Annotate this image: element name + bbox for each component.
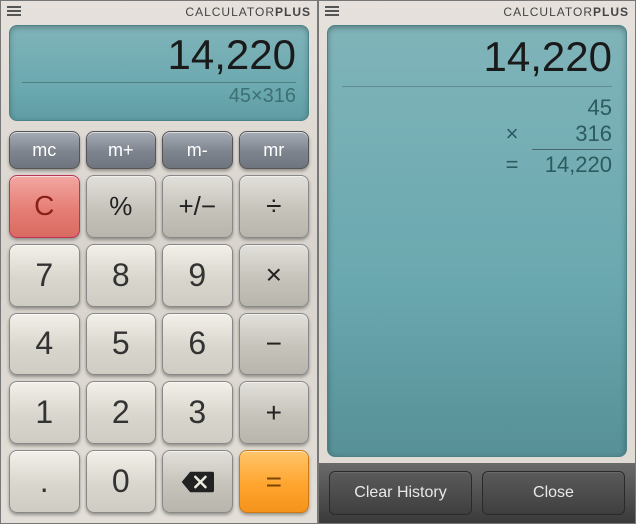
digit-1-button[interactable]: 1 [9, 381, 80, 444]
plus-button[interactable]: + [239, 381, 310, 444]
history-equals: = [502, 152, 522, 178]
brand-prefix: CALCULATOR [185, 5, 275, 19]
app-brand: CALCULATORPLUS [503, 5, 629, 19]
digit-7-button[interactable]: 7 [9, 244, 80, 307]
keypad: mc m+ m- mr C % +/− ÷ 7 8 9 × 4 5 6 − 1 … [1, 127, 317, 523]
app-brand: CALCULATORPLUS [185, 5, 311, 19]
calc-display[interactable]: 14,220 45×316 [9, 25, 309, 121]
brand-suffix: PLUS [275, 5, 311, 19]
mplus-button[interactable]: m+ [86, 131, 157, 169]
display-result: 14,220 [168, 32, 296, 78]
plusminus-button[interactable]: +/− [162, 175, 233, 238]
history-answer: 14,220 [542, 152, 612, 178]
history-underline [532, 149, 612, 150]
hamburger-icon[interactable] [7, 6, 21, 16]
history-toolbar: Clear History Close [319, 463, 635, 523]
calculator-history-pane: CALCULATORPLUS 14,220 45 × 316 = 14,220 … [318, 0, 636, 524]
brand-suffix: PLUS [593, 5, 629, 19]
history-panel[interactable]: 14,220 45 × 316 = 14,220 [327, 25, 627, 457]
percent-button[interactable]: % [86, 175, 157, 238]
history-operand-1: 45 [542, 95, 612, 121]
top-bar: CALCULATORPLUS [319, 1, 635, 23]
clear-history-button[interactable]: Clear History [329, 471, 472, 515]
backspace-icon [180, 470, 214, 494]
digit-9-button[interactable]: 9 [162, 244, 233, 307]
digit-5-button[interactable]: 5 [86, 313, 157, 376]
digit-2-button[interactable]: 2 [86, 381, 157, 444]
digit-3-button[interactable]: 3 [162, 381, 233, 444]
equals-button[interactable]: = [239, 450, 310, 513]
display-divider [22, 82, 296, 83]
hamburger-icon[interactable] [325, 6, 339, 16]
display-expression: 45×316 [229, 85, 296, 108]
minus-button[interactable]: − [239, 313, 310, 376]
history-result: 14,220 [342, 34, 612, 80]
backspace-button[interactable] [162, 450, 233, 513]
close-button[interactable]: Close [482, 471, 625, 515]
calculator-keypad-pane: CALCULATORPLUS 14,220 45×316 mc m+ m- mr… [0, 0, 318, 524]
history-operand-2: 316 [542, 121, 612, 147]
history-divider [342, 86, 612, 87]
top-bar: CALCULATORPLUS [1, 1, 317, 23]
history-operator: × [502, 121, 522, 147]
mc-button[interactable]: mc [9, 131, 80, 169]
digit-8-button[interactable]: 8 [86, 244, 157, 307]
clear-button[interactable]: C [9, 175, 80, 238]
divide-button[interactable]: ÷ [239, 175, 310, 238]
digit-0-button[interactable]: 0 [86, 450, 157, 513]
digit-4-button[interactable]: 4 [9, 313, 80, 376]
mminus-button[interactable]: m- [162, 131, 233, 169]
multiply-button[interactable]: × [239, 244, 310, 307]
history-calc: 45 × 316 = 14,220 [342, 95, 612, 178]
decimal-button[interactable]: . [9, 450, 80, 513]
digit-6-button[interactable]: 6 [162, 313, 233, 376]
mr-button[interactable]: mr [239, 131, 310, 169]
brand-prefix: CALCULATOR [503, 5, 593, 19]
